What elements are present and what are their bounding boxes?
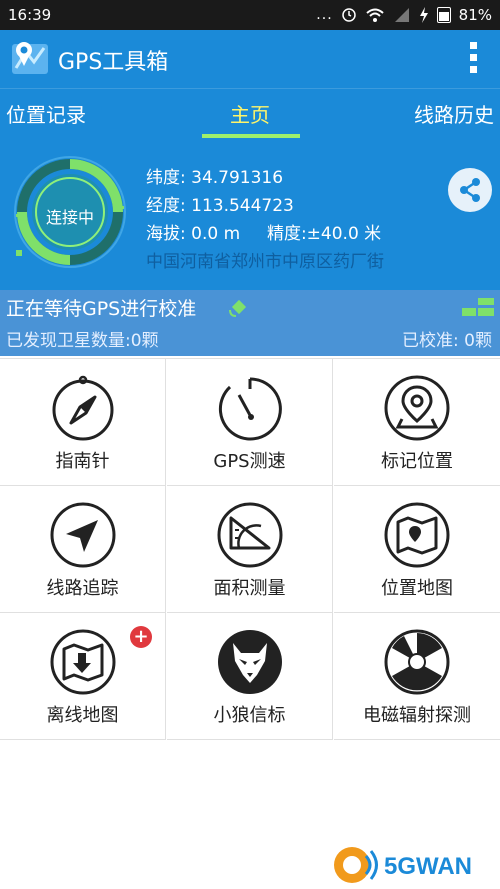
tab-home[interactable]: 主页 bbox=[230, 99, 270, 128]
tool-mark-location[interactable]: 标记位置 bbox=[334, 359, 500, 486]
tool-compass[interactable]: 指南针 bbox=[0, 359, 166, 486]
battery-percent: 81% bbox=[458, 6, 492, 24]
status-time: 16:39 bbox=[8, 6, 52, 24]
active-tab-indicator bbox=[202, 134, 300, 138]
calibrated-count-text: 已校准: 0颗 bbox=[402, 331, 492, 351]
watermark-logo: 5GWAN bbox=[334, 847, 472, 883]
speedometer-icon bbox=[218, 377, 282, 441]
tool-route-tracking[interactable]: 线路追踪 bbox=[0, 486, 166, 613]
tool-label: 电磁辐射探测 bbox=[363, 705, 471, 726]
app-title: GPS工具箱 bbox=[58, 50, 169, 75]
map-pin-icon bbox=[384, 375, 450, 441]
notification-dots: ... bbox=[316, 7, 333, 23]
overflow-menu-icon[interactable] bbox=[468, 42, 478, 76]
protractor-icon bbox=[217, 502, 283, 568]
compass-icon bbox=[52, 375, 114, 441]
tool-gps-speed[interactable]: GPS测速 bbox=[167, 359, 333, 486]
calibration-waiting-text: 正在等待GPS进行校准 bbox=[6, 298, 197, 320]
tab-location-records[interactable]: 位置记录 bbox=[6, 99, 86, 128]
tool-location-map[interactable]: 位置地图 bbox=[334, 486, 500, 613]
tool-label: 面积测量 bbox=[213, 578, 286, 599]
wifi-icon bbox=[365, 8, 384, 22]
status-icons: ... 81% bbox=[316, 6, 492, 24]
signal-bars-icon bbox=[462, 298, 494, 316]
tool-label: 标记位置 bbox=[381, 451, 453, 472]
battery-icon bbox=[436, 7, 451, 23]
tool-area-measure[interactable]: 面积测量 bbox=[167, 486, 333, 613]
share-icon bbox=[460, 178, 480, 202]
tab-bar: 位置记录 主页 线路历史 bbox=[0, 88, 500, 141]
longitude-text: 经度: 113.544723 bbox=[146, 196, 294, 216]
offline-map-icon bbox=[50, 629, 116, 695]
connection-status-label: 连接中 bbox=[45, 208, 94, 227]
tool-label: 指南针 bbox=[55, 451, 110, 472]
tool-label: 位置地图 bbox=[381, 578, 453, 599]
tool-label: 线路追踪 bbox=[46, 578, 119, 599]
app-logo-icon bbox=[12, 42, 48, 74]
tool-offline-map[interactable]: 离线地图 + bbox=[0, 613, 166, 740]
signal-icon bbox=[394, 8, 409, 22]
satellite-count-text: 已发现卫星数量:0颗 bbox=[6, 331, 159, 351]
radiation-icon bbox=[384, 629, 450, 695]
coordinate-info: 纬度: 34.791316 经度: 113.544723 海拔: 0.0 m 精… bbox=[146, 164, 384, 276]
map-icon bbox=[384, 502, 450, 568]
alarm-icon bbox=[341, 8, 356, 22]
watermark-text: 5GWAN bbox=[384, 853, 472, 880]
charging-icon bbox=[419, 7, 428, 23]
tool-label: 小狼信标 bbox=[213, 705, 286, 726]
altitude-accuracy-row: 海拔: 0.0 m 精度:±40.0 米 bbox=[146, 220, 384, 248]
new-badge: + bbox=[130, 626, 152, 648]
tool-grid: 指南针 GPS测速 标记位置 线路追踪 面积测量 位置地图 离线地图 + 小狼信… bbox=[0, 358, 500, 741]
tool-label: GPS测速 bbox=[213, 451, 286, 472]
app-bar: GPS工具箱 bbox=[0, 30, 500, 88]
wolf-icon bbox=[218, 630, 282, 694]
tool-wolf-beacon[interactable]: 小狼信标 bbox=[167, 613, 333, 740]
status-bar: 16:39 ... 81% bbox=[0, 0, 500, 30]
share-button[interactable] bbox=[448, 168, 492, 212]
gps-status-band: 正在等待GPS进行校准 已发现卫星数量:0颗 已校准: 0颗 bbox=[0, 290, 500, 356]
latitude-text: 纬度: 34.791316 bbox=[146, 168, 284, 188]
satellite-icon bbox=[229, 299, 247, 317]
altitude-text: 海拔: 0.0 m bbox=[146, 224, 241, 244]
address-text: 中国河南省郑州市中原区药厂街 bbox=[146, 252, 384, 272]
accuracy-text: 精度:±40.0 米 bbox=[266, 224, 382, 244]
gps-info-panel: 连接中 纬度: 34.791316 经度: 113.544723 海拔: 0.0… bbox=[0, 140, 500, 290]
navigation-arrow-icon bbox=[50, 502, 116, 568]
tool-label: 离线地图 bbox=[46, 705, 119, 726]
tool-radiation-detector[interactable]: 电磁辐射探测 bbox=[334, 613, 500, 740]
tab-route-history[interactable]: 线路历史 bbox=[414, 99, 494, 128]
